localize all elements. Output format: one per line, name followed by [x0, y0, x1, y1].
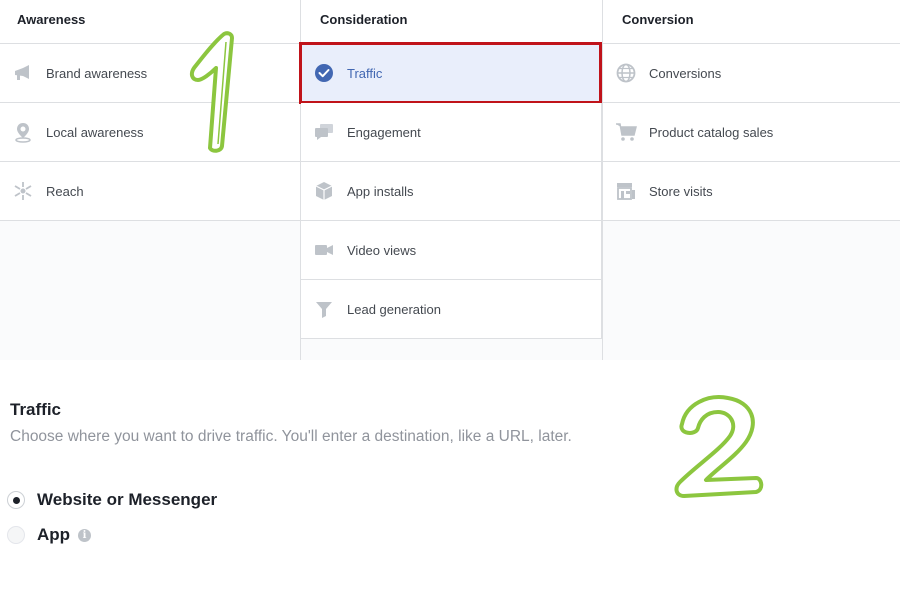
- objective-brand-awareness[interactable]: Brand awareness: [0, 44, 300, 103]
- objective-label: Lead generation: [347, 301, 441, 317]
- detail-description: Choose where you want to drive traffic. …: [10, 428, 572, 445]
- option-label: Website or Messenger: [37, 490, 218, 509]
- objective-app-installs[interactable]: App installs: [301, 162, 602, 221]
- objective-product-catalog-sales[interactable]: Product catalog sales: [603, 103, 900, 162]
- objective-reach[interactable]: Reach: [0, 162, 300, 221]
- objective-detail-panel: Traffic Choose where you want to drive t…: [10, 400, 870, 446]
- objective-conversions[interactable]: Conversions: [603, 44, 900, 103]
- objective-label: App installs: [347, 183, 414, 199]
- objective-label: Reach: [46, 183, 84, 199]
- option-website-or-messenger[interactable]: Website or Messenger: [7, 490, 217, 510]
- column-header-consideration: Consideration: [301, 0, 602, 44]
- video-camera-icon: [313, 239, 335, 261]
- objective-traffic[interactable]: Traffic: [299, 42, 602, 104]
- column-header-conversion: Conversion: [603, 0, 900, 44]
- column-header-awareness: Awareness: [0, 0, 300, 44]
- consideration-column: Consideration Traffic Engagement App ins…: [299, 0, 602, 360]
- conversion-column: Conversion Conversions Product catalog s…: [602, 0, 900, 360]
- objective-label: Product catalog sales: [649, 124, 774, 140]
- objective-label: Conversions: [649, 65, 722, 81]
- objective-local-awareness[interactable]: Local awareness: [0, 103, 300, 162]
- detail-title: Traffic: [10, 400, 62, 419]
- objective-lead-generation[interactable]: Lead generation: [301, 280, 602, 339]
- objective-label: Engagement: [347, 124, 421, 140]
- objective-label: Traffic: [347, 65, 383, 81]
- radio-button-checked[interactable]: [7, 491, 25, 509]
- objective-label: Video views: [347, 242, 417, 258]
- selection-highlight-box: [299, 42, 602, 104]
- objective-engagement[interactable]: Engagement: [301, 103, 602, 162]
- objective-store-visits[interactable]: Store visits: [603, 162, 900, 221]
- awareness-column: Awareness Brand awareness Local awarenes…: [0, 0, 300, 360]
- option-app[interactable]: App i: [7, 525, 92, 545]
- option-label: App: [37, 525, 71, 544]
- store-icon: [615, 180, 637, 202]
- objective-label: Local awareness: [46, 124, 144, 140]
- box-icon: [313, 180, 335, 202]
- radio-button-unchecked[interactable]: [7, 526, 25, 544]
- objective-label: Store visits: [649, 183, 713, 199]
- checkmark-circle-icon: [313, 62, 335, 84]
- location-pin-icon: [12, 121, 34, 143]
- objective-video-views[interactable]: Video views: [301, 221, 602, 280]
- funnel-icon: [313, 298, 335, 320]
- megaphone-icon: [12, 62, 34, 84]
- reach-icon: [12, 180, 34, 202]
- globe-icon: [615, 62, 637, 84]
- objective-label: Brand awareness: [46, 65, 148, 81]
- speech-bubbles-icon: [313, 121, 335, 143]
- info-icon[interactable]: i: [78, 528, 92, 542]
- shopping-cart-icon: [615, 121, 637, 143]
- objective-grid: Awareness Brand awareness Local awarenes…: [0, 0, 900, 360]
